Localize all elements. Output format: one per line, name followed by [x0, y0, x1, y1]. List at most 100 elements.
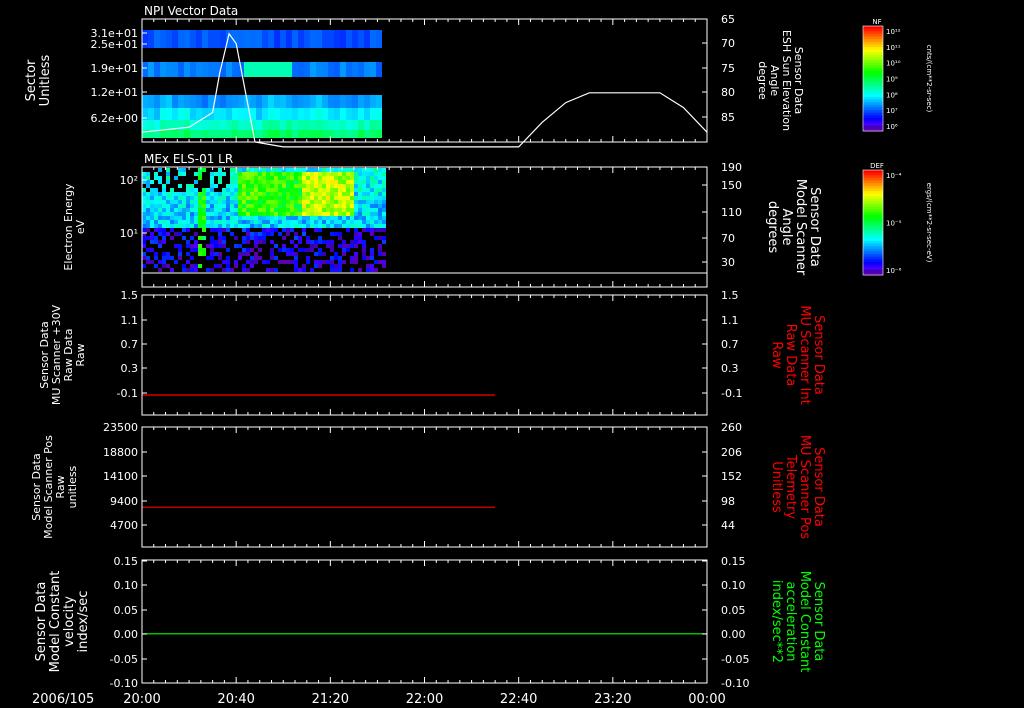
spectrogram-cell — [142, 180, 146, 184]
spectrogram-cell — [278, 248, 282, 252]
spectrogram-cell — [210, 172, 214, 176]
spectrogram-cell — [222, 204, 226, 208]
spectrogram-cell — [210, 196, 214, 200]
spectrogram-cell — [310, 95, 316, 108]
spectrogram-cell — [178, 62, 184, 77]
spectrogram-cell — [366, 204, 370, 208]
spectrogram-cell — [210, 224, 214, 228]
spectrogram-cell — [254, 176, 258, 180]
spectrogram-cell — [244, 62, 250, 77]
spectrogram-cell — [306, 184, 310, 188]
spectrogram-cell — [314, 176, 318, 180]
spectrogram-cell — [310, 188, 314, 192]
spectrogram-cell — [154, 204, 158, 208]
y2-tick-label: 70 — [721, 232, 735, 245]
y-tick-label: 1.2e+01 — [91, 86, 138, 99]
spectrogram-cell — [210, 184, 214, 188]
spectrogram-cell — [202, 248, 206, 252]
spectrogram-cell — [330, 208, 334, 212]
spectrogram-cell — [378, 176, 382, 180]
spectrogram-cell — [242, 252, 246, 256]
spectrogram-cell — [290, 200, 294, 204]
spectrogram-cell — [198, 252, 202, 256]
spectrogram-cell — [378, 224, 382, 228]
spectrogram-cell — [142, 95, 148, 108]
spectrogram-cell — [142, 256, 146, 260]
spectrogram-cell — [346, 212, 350, 216]
spectrogram-cell — [322, 260, 326, 264]
spectrogram-cell — [172, 30, 178, 48]
spectrogram-cell — [242, 208, 246, 212]
spectrogram-cell — [346, 30, 352, 48]
spectrogram-cell — [186, 192, 190, 196]
spectrogram-cell — [306, 180, 310, 184]
spectrogram-cell — [194, 212, 198, 216]
spectrogram-cell — [254, 252, 258, 256]
spectrogram-cell — [340, 62, 346, 77]
spectrogram-cell — [214, 196, 218, 200]
spectrogram-cell — [286, 168, 290, 172]
spectrogram-cell — [330, 220, 334, 224]
spectrogram-cell — [170, 204, 174, 208]
spectrogram-cell — [354, 244, 358, 248]
spectrogram-cell — [306, 240, 310, 244]
spectrogram-cell — [206, 200, 210, 204]
spectrogram-cell — [246, 172, 250, 176]
y-tick-label: 1.1 — [121, 314, 139, 327]
spectrogram-cell — [262, 180, 266, 184]
spectrogram-cell — [382, 228, 386, 232]
panel-title: MEx ELS-01 LR — [144, 152, 233, 166]
y-tick-label: 4700 — [110, 519, 138, 532]
spectrogram-cell — [286, 224, 290, 228]
spectrogram-cell — [266, 212, 270, 216]
spectrogram-cell — [314, 240, 318, 244]
spectrogram-cell — [142, 212, 146, 216]
spectrogram-cell — [190, 208, 194, 212]
spectrogram-cell — [214, 172, 218, 176]
spectrogram-cell — [250, 208, 254, 212]
spectrogram-cell — [250, 95, 256, 108]
y2-tick-label: 0.3 — [721, 362, 739, 375]
spectrogram-cell — [202, 200, 206, 204]
spectrogram-cell — [250, 184, 254, 188]
spectrogram-cell — [142, 188, 146, 192]
spectrogram-cell — [370, 200, 374, 204]
spectrogram-cell — [286, 180, 290, 184]
spectrogram-cell — [338, 172, 342, 176]
spectrogram-cell — [298, 200, 302, 204]
spectrogram-cell — [338, 180, 342, 184]
spectrogram-cell — [226, 188, 230, 192]
spectrogram-cell — [382, 252, 386, 256]
spectrogram-cell — [166, 95, 172, 108]
spectrogram-cell — [298, 184, 302, 188]
spectrogram-cell — [174, 216, 178, 220]
spectrogram-cell — [328, 62, 334, 77]
spectrogram-cell — [354, 260, 358, 264]
spectrogram-cell — [314, 224, 318, 228]
spectrogram-cell — [210, 220, 214, 224]
spectrogram-cell — [322, 204, 326, 208]
spectrogram-cell — [282, 220, 286, 224]
spectrogram-cell — [190, 256, 194, 260]
spectrogram-cell — [370, 95, 376, 108]
spectrogram-cell — [162, 228, 166, 232]
spectrogram-cell — [298, 240, 302, 244]
spectrogram-cell — [254, 172, 258, 176]
spectrogram-cell — [370, 232, 374, 236]
spectrogram-cell — [346, 192, 350, 196]
y2-tick-label: 44 — [721, 519, 735, 532]
spectrogram-cell — [242, 188, 246, 192]
spectrogram-cell — [210, 216, 214, 220]
spectrogram-cell — [362, 172, 366, 176]
spectrogram-cell — [378, 204, 382, 208]
spectrogram-cell — [214, 220, 218, 224]
spectrogram-cell — [338, 220, 342, 224]
spectrogram-cell — [322, 220, 326, 224]
spectrogram-cell — [318, 236, 322, 240]
spectrogram-cell — [354, 256, 358, 260]
spectrogram-cell — [298, 95, 304, 108]
spectrogram-cell — [342, 192, 346, 196]
spectrogram-cell — [242, 200, 246, 204]
spectrogram-cell — [242, 216, 246, 220]
spectrogram-cell — [346, 95, 352, 108]
